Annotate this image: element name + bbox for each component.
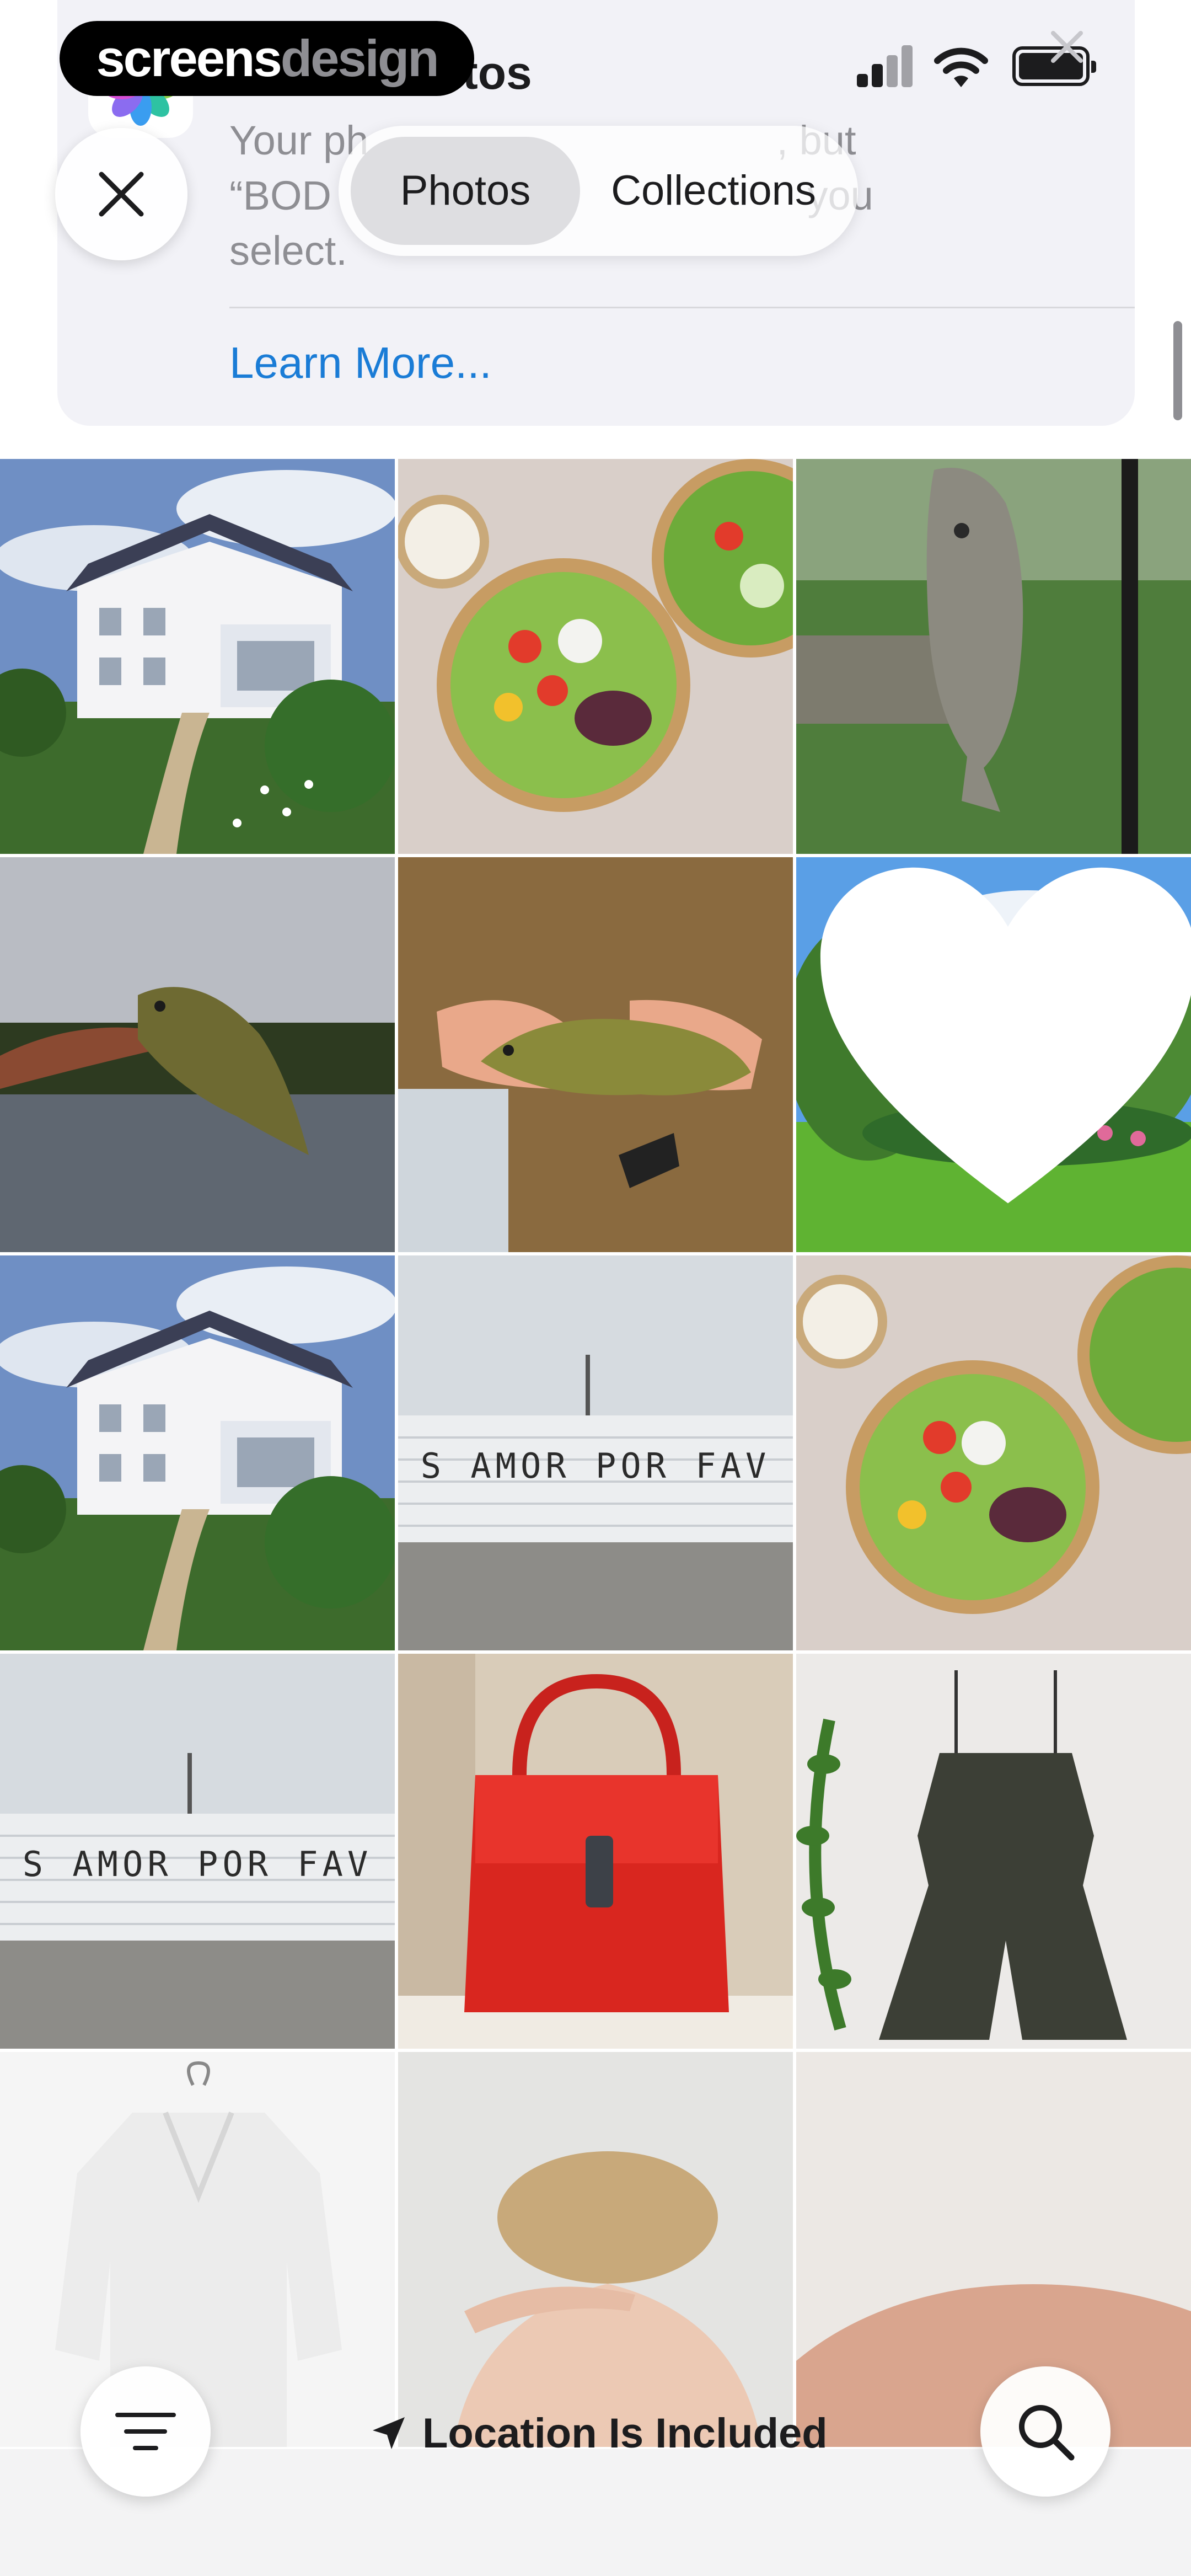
photo-fish-hanging[interactable] [796, 459, 1191, 854]
close-icon [99, 172, 144, 217]
photo-shoulder[interactable] [796, 2052, 1191, 2447]
photo-access-header: ess to Photos Your ph , but “BOD you sel… [0, 0, 1191, 459]
tab-collections[interactable]: Collections [581, 137, 846, 245]
photo-red-handbag[interactable] [398, 1654, 793, 2049]
heart-icon [820, 867, 1191, 1204]
search-button[interactable] [980, 2366, 1110, 2497]
wifi-icon [931, 44, 991, 88]
location-included-label[interactable]: Location Is Included [369, 2403, 828, 2463]
location-text: Location Is Included [422, 2409, 828, 2457]
photo-salad-bowl[interactable] [796, 1255, 1191, 1650]
photo-romper[interactable] [796, 1654, 1191, 2049]
graffiti-text: S AMOR POR FAV [420, 1446, 771, 1486]
photo-garden[interactable] [796, 857, 1191, 1252]
photo-house-2[interactable] [0, 1255, 395, 1650]
dismiss-icon [1037, 17, 1097, 77]
close-button[interactable] [55, 128, 187, 260]
screensdesign-watermark: screens design [60, 21, 474, 96]
scroll-indicator[interactable] [1173, 321, 1182, 420]
photo-graffiti-wall[interactable]: S AMOR POR FAV [398, 1255, 793, 1650]
cellular-signal-icon [857, 45, 913, 87]
status-bar [849, 0, 1191, 138]
photo-back-portrait[interactable] [398, 2052, 793, 2447]
banner-divider [229, 307, 1135, 308]
photo-salad-bowls[interactable] [398, 459, 793, 854]
learn-more-link[interactable]: Learn More... [229, 338, 492, 388]
watermark-part1: screens [96, 29, 282, 87]
filter-button[interactable] [81, 2366, 211, 2497]
photo-grid: S AMOR POR FAV S AMOR POR FAV [0, 459, 1191, 2576]
graffiti-text-2: S AMOR POR FAV [22, 1844, 373, 1884]
watermark-part2: design [280, 29, 439, 87]
photos-collections-switcher: Photos Collections [339, 126, 858, 256]
photo-fish-hands[interactable] [398, 857, 793, 1252]
photo-graffiti-wall-2[interactable]: S AMOR POR FAV [0, 1654, 395, 2049]
photo-fish-in-hand[interactable] [0, 857, 395, 1252]
photo-white-jacket[interactable] [0, 2052, 395, 2447]
filter-icon [115, 2413, 176, 2450]
photo-house[interactable] [0, 459, 395, 854]
location-arrow-icon [373, 2417, 405, 2449]
tab-photos[interactable]: Photos [351, 137, 580, 245]
search-icon [1019, 2405, 1075, 2461]
